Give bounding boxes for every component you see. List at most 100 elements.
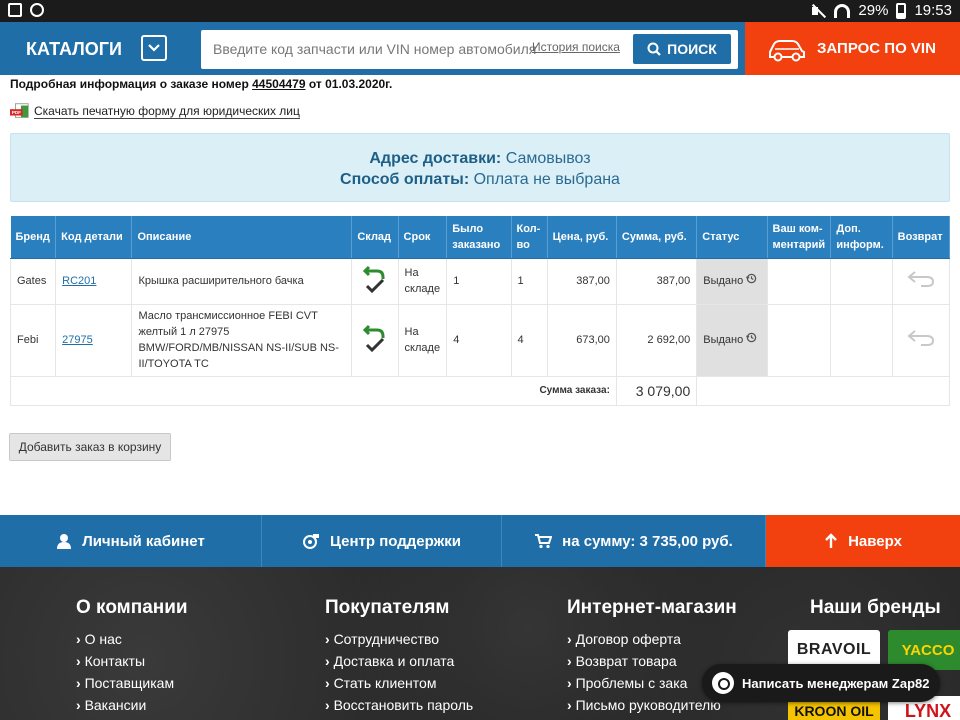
order-total-label: Сумма заказа: bbox=[10, 375, 617, 406]
cell-extra-info bbox=[830, 257, 893, 305]
pdf-icon-text: PDF bbox=[12, 110, 21, 115]
search-button-label: ПОИСК bbox=[667, 41, 717, 57]
scroll-top-button[interactable]: Наверх bbox=[766, 515, 960, 567]
cell-price: 673,00 bbox=[546, 303, 617, 377]
payment-method-value: Оплата не выбрана bbox=[473, 171, 620, 188]
cell-term: На складе bbox=[397, 257, 448, 305]
footer-buyers: Покупателям Сотрудничество Доставка и оп… bbox=[325, 597, 473, 719]
footer-link[interactable]: Сотрудничество bbox=[325, 631, 473, 647]
vin-request-label: ЗАПРОС ПО VIN bbox=[817, 40, 936, 57]
cell-comment bbox=[766, 257, 832, 305]
search-history-link[interactable]: История поиска bbox=[532, 40, 620, 54]
footer-about: О компании О нас Контакты Поставщикам Ва… bbox=[76, 597, 188, 719]
add-order-to-cart-button[interactable]: Добавить заказ в корзину bbox=[9, 433, 171, 461]
footer-brands-title: Наши бренды bbox=[810, 597, 941, 618]
history-icon[interactable] bbox=[746, 273, 757, 284]
support-center-label: Центр поддержки bbox=[330, 532, 461, 550]
table-row: Febi 27975 Масло трансмиссионное FEBI CV… bbox=[9, 303, 951, 377]
delivery-info-panel: Адрес доставки: Самовывоз Способ оплаты:… bbox=[10, 133, 950, 202]
cell-warehouse bbox=[351, 303, 399, 377]
chat-label: Написать менеджерам Zap82 bbox=[742, 675, 930, 691]
footer-buyers-title: Покупателям bbox=[325, 597, 450, 618]
cell-status: Выдано bbox=[696, 303, 768, 377]
status-text: Выдано bbox=[703, 334, 744, 346]
footer-link[interactable]: Контакты bbox=[76, 653, 188, 669]
cell-status: Выдано bbox=[696, 257, 768, 305]
vin-request-button[interactable]: ЗАПРОС ПО VIN bbox=[745, 22, 960, 75]
col-header-price: Цена, руб. bbox=[547, 216, 617, 259]
footer-link[interactable]: Договор оферта bbox=[567, 631, 737, 647]
payment-method-label: Способ оплаты: bbox=[340, 171, 470, 188]
col-header-warehouse: Склад bbox=[351, 216, 399, 259]
cell-sum: 387,00 bbox=[615, 257, 698, 305]
cell-return bbox=[891, 303, 951, 377]
battery-icon bbox=[896, 2, 907, 19]
cell-brand: Gates bbox=[9, 257, 57, 305]
cart-button[interactable]: на сумму: 3 735,00 руб. bbox=[502, 515, 766, 567]
part-code-link[interactable]: RC201 bbox=[62, 275, 96, 287]
history-icon[interactable] bbox=[746, 332, 757, 343]
user-icon bbox=[57, 534, 72, 549]
cell-price: 387,00 bbox=[546, 257, 617, 305]
col-header-term: Срок bbox=[398, 216, 448, 259]
return-icon[interactable] bbox=[907, 270, 935, 288]
personal-cabinet-button[interactable]: Личный кабинет bbox=[0, 515, 262, 567]
part-code-link[interactable]: 27975 bbox=[62, 334, 93, 346]
search-input[interactable] bbox=[213, 39, 543, 59]
wifi-icon bbox=[834, 3, 851, 18]
footer-link[interactable]: Доставка и оплата bbox=[325, 653, 473, 669]
col-header-return: Возврат bbox=[892, 216, 951, 259]
print-form-link[interactable]: Скачать печатную форму для юридических л… bbox=[34, 104, 300, 119]
cell-qty: 4 bbox=[510, 303, 548, 377]
footer-link[interactable]: Стать клиентом bbox=[325, 675, 473, 691]
cell-sum: 2 692,00 bbox=[615, 303, 698, 377]
catalogs-menu[interactable]: КАТАЛОГИ bbox=[26, 39, 122, 60]
scroll-top-label: Наверх bbox=[848, 532, 902, 550]
search-icon bbox=[647, 42, 661, 56]
cart-total-label: на сумму: 3 735,00 руб. bbox=[562, 532, 733, 550]
footer-link[interactable]: Вакансии bbox=[76, 697, 188, 713]
footer-link[interactable]: Поставщикам bbox=[76, 675, 188, 691]
chevron-down-icon bbox=[148, 44, 160, 52]
support-icon bbox=[303, 534, 320, 549]
footer-brands: Наши бренды bbox=[810, 597, 941, 631]
cell-ordered: 4 bbox=[446, 303, 512, 377]
order-total-value: 3 079,00 bbox=[615, 375, 698, 406]
col-header-sum: Сумма, руб. bbox=[616, 216, 698, 259]
cell-qty: 1 bbox=[510, 257, 548, 305]
gallery-notification-icon bbox=[8, 3, 22, 17]
chat-widget-button[interactable]: Написать менеджерам Zap82 bbox=[702, 664, 940, 702]
col-header-comment: Ваш ком-ментарий bbox=[767, 216, 832, 259]
col-header-ordered: Было заказано bbox=[446, 216, 512, 259]
cell-warehouse bbox=[351, 257, 399, 305]
personal-cabinet-label: Личный кабинет bbox=[82, 532, 205, 550]
order-date: от 01.03.2020г. bbox=[308, 77, 393, 91]
mute-icon bbox=[810, 4, 826, 18]
col-header-code: Код детали bbox=[55, 216, 133, 259]
order-total-row: Сумма заказа: 3 079,00 bbox=[10, 375, 950, 406]
delivery-address-label: Адрес доставки: bbox=[369, 150, 502, 167]
delivery-address-value: Самовывоз bbox=[505, 150, 591, 167]
cell-brand: Febi bbox=[9, 303, 57, 377]
col-header-extra-info: Доп. информ. bbox=[830, 216, 893, 259]
site-header: КАТАЛОГИ История поиска ПОИСК ЗАПРОС ПО … bbox=[0, 22, 960, 75]
print-form-row: PDF Скачать печатную форму для юридическ… bbox=[10, 103, 300, 119]
footer-link[interactable]: Восстановить пароль bbox=[325, 697, 474, 713]
search-button[interactable]: ПОИСК bbox=[633, 34, 731, 64]
arrow-up-icon bbox=[825, 533, 837, 548]
support-center-button[interactable]: Центр поддержки bbox=[262, 515, 502, 567]
col-header-description: Описание bbox=[131, 216, 353, 259]
footer-shop: Интернет-магазин Договор оферта Возврат … bbox=[567, 597, 737, 719]
footer-link[interactable]: О нас bbox=[76, 631, 188, 647]
table-row: Gates RC201 Крышка расширительного бачка… bbox=[9, 257, 951, 305]
order-items-table: Бренд Код детали Описание Склад Срок Был… bbox=[9, 216, 951, 406]
order-number[interactable]: 44504479 bbox=[252, 77, 305, 91]
cell-ordered: 1 bbox=[446, 257, 512, 305]
catalogs-dropdown-button[interactable] bbox=[141, 35, 167, 61]
cell-return bbox=[891, 257, 951, 305]
cell-extra-info bbox=[830, 303, 893, 377]
alert-notification-icon bbox=[30, 3, 44, 17]
search-box: История поиска ПОИСК bbox=[201, 30, 738, 69]
return-icon[interactable] bbox=[907, 329, 935, 347]
footer-about-title: О компании bbox=[76, 597, 188, 618]
